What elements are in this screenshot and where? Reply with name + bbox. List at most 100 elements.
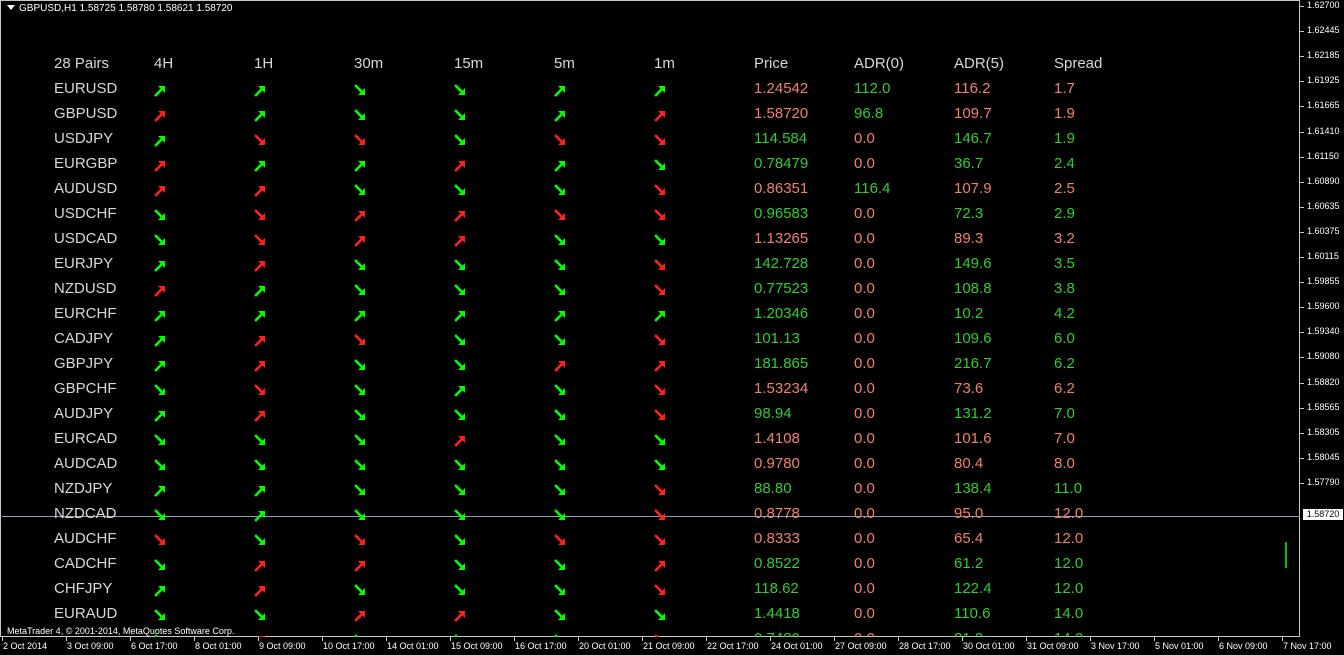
price-tick bbox=[1300, 207, 1304, 208]
price-tick bbox=[1300, 408, 1304, 409]
trend-up-arrow-icon bbox=[354, 234, 367, 247]
price-value: 0.78479 bbox=[754, 155, 809, 172]
trend-up-arrow-icon bbox=[554, 84, 567, 97]
dashboard-row: GBPJPY 181.865 0.0 216.7 6.2 bbox=[1, 355, 1301, 380]
trend-down-arrow-icon bbox=[554, 209, 567, 222]
trend-down-arrow-icon bbox=[554, 609, 567, 622]
spread-value: 6.2 bbox=[1054, 380, 1075, 397]
price-axis[interactable]: 1.58720 1.62700 1.62445 1.62185 1.61925 1.61… bbox=[1300, 0, 1344, 637]
pair-name: EURCHF bbox=[54, 305, 117, 322]
trend-down-arrow-icon bbox=[554, 184, 567, 197]
price-tick bbox=[1300, 232, 1304, 233]
price-label: 1.61665 bbox=[1307, 100, 1340, 110]
time-label: 24 Oct 01:00 bbox=[771, 641, 823, 651]
trend-up-arrow-icon bbox=[254, 334, 267, 347]
pair-name: EURCAD bbox=[54, 430, 118, 447]
trend-up-arrow-icon bbox=[254, 584, 267, 597]
adr0-value: 0.0 bbox=[854, 455, 875, 472]
adr0-value: 0.0 bbox=[854, 155, 875, 172]
trend-up-arrow-icon bbox=[654, 309, 667, 322]
time-label: 3 Oct 09:00 bbox=[67, 641, 114, 651]
price-tick bbox=[1300, 182, 1304, 183]
trend-up-arrow-icon bbox=[654, 84, 667, 97]
trend-down-arrow-icon bbox=[254, 234, 267, 247]
price-tick bbox=[1300, 106, 1304, 107]
trend-down-arrow-icon bbox=[654, 159, 667, 172]
time-label: 6 Oct 17:00 bbox=[131, 641, 178, 651]
header-4h: 4H bbox=[154, 55, 174, 72]
time-label: 7 Nov 17:00 bbox=[1283, 641, 1332, 651]
price-tick bbox=[1300, 383, 1304, 384]
trend-down-arrow-icon bbox=[154, 384, 167, 397]
trend-up-arrow-icon bbox=[454, 309, 467, 322]
trend-down-arrow-icon bbox=[354, 359, 367, 372]
time-label: 21 Oct 09:00 bbox=[643, 641, 695, 651]
adr5-value: 61.2 bbox=[954, 555, 984, 572]
trend-down-arrow-icon bbox=[654, 209, 667, 222]
trend-down-arrow-icon bbox=[554, 409, 567, 422]
time-label: 15 Oct 09:00 bbox=[451, 641, 503, 651]
header-1m: 1m bbox=[654, 55, 675, 72]
spread-value: 12.0 bbox=[1054, 555, 1084, 572]
trend-up-arrow-icon bbox=[254, 284, 267, 297]
trend-down-arrow-icon bbox=[454, 109, 467, 122]
trend-up-arrow-icon bbox=[154, 584, 167, 597]
trend-down-arrow-icon bbox=[654, 284, 667, 297]
adr5-value: 73.6 bbox=[954, 380, 984, 397]
dashboard-row: NZDCAD 0.8778 0.0 95.0 12.0 bbox=[1, 505, 1301, 530]
trend-down-arrow-icon bbox=[654, 534, 667, 547]
time-label: 16 Oct 17:00 bbox=[515, 641, 567, 651]
dashboard-row: USDJPY 114.584 0.0 146.7 1.9 bbox=[1, 130, 1301, 155]
trend-down-arrow-icon bbox=[154, 209, 167, 222]
dashboard-row: NZDUSD 0.77523 0.0 108.8 3.8 bbox=[1, 280, 1301, 305]
trend-down-arrow-icon bbox=[554, 334, 567, 347]
spread-value: 2.4 bbox=[1054, 155, 1075, 172]
price-label: 1.62445 bbox=[1307, 25, 1340, 35]
time-label: 5 Nov 01:00 bbox=[1155, 641, 1204, 651]
adr0-value: 96.8 bbox=[854, 105, 884, 122]
trend-down-arrow-icon bbox=[354, 134, 367, 147]
trend-up-arrow-icon bbox=[354, 309, 367, 322]
trend-up-arrow-icon bbox=[654, 109, 667, 122]
spread-value: 12.0 bbox=[1054, 530, 1084, 547]
pair-name: GBPUSD bbox=[54, 105, 118, 122]
header-pairs: 28 Pairs bbox=[54, 55, 110, 72]
spread-value: 8.0 bbox=[1054, 455, 1075, 472]
pair-name: NZDUSD bbox=[54, 280, 117, 297]
pair-name: EURUSD bbox=[54, 80, 118, 97]
chart-window[interactable]: GBPUSD,H1 1.58725 1.58780 1.58621 1.5872… bbox=[0, 0, 1301, 638]
trend-down-arrow-icon bbox=[254, 209, 267, 222]
price-value: 142.728 bbox=[754, 255, 809, 272]
header-30m: 30m bbox=[354, 55, 384, 72]
spread-value: 6.2 bbox=[1054, 355, 1075, 372]
pair-name: CADCHF bbox=[54, 555, 117, 572]
time-axis[interactable]: 2 Oct 2014 3 Oct 09:00 6 Oct 17:00 8 Oct 01… bbox=[0, 637, 1344, 655]
pair-name: AUDCAD bbox=[54, 455, 118, 472]
price-value: 0.96583 bbox=[754, 205, 809, 222]
trend-up-arrow-icon bbox=[254, 509, 267, 522]
pair-name: CHFJPY bbox=[54, 580, 113, 597]
trend-up-arrow-icon bbox=[554, 309, 567, 322]
dashboard-row: GBPUSD 1.58720 96.8 109.7 1.9 bbox=[1, 105, 1301, 130]
price-value: 0.8778 bbox=[754, 505, 800, 522]
price-tick bbox=[1300, 357, 1304, 358]
trend-up-arrow-icon bbox=[254, 84, 267, 97]
trend-down-arrow-icon bbox=[354, 484, 367, 497]
trend-down-arrow-icon bbox=[454, 334, 467, 347]
adr5-value: 110.6 bbox=[954, 605, 991, 622]
trend-down-arrow-icon bbox=[454, 184, 467, 197]
trend-down-arrow-icon bbox=[654, 484, 667, 497]
trend-down-arrow-icon bbox=[254, 459, 267, 472]
trend-down-arrow-icon bbox=[354, 384, 367, 397]
trend-down-arrow-icon bbox=[154, 509, 167, 522]
spread-value: 1.7 bbox=[1054, 80, 1075, 97]
trend-down-arrow-icon bbox=[654, 509, 667, 522]
time-label: 10 Oct 17:00 bbox=[323, 641, 375, 651]
trend-down-arrow-icon bbox=[454, 459, 467, 472]
trend-down-arrow-icon bbox=[454, 84, 467, 97]
price-value: 1.13265 bbox=[754, 230, 809, 247]
dashboard-row: EURCHF 1.20346 0.0 10.2 4.2 bbox=[1, 305, 1301, 330]
dashboard-row: AUDCHF 0.8333 0.0 65.4 12.0 bbox=[1, 530, 1301, 555]
adr5-value: 72.3 bbox=[954, 205, 984, 222]
trend-up-arrow-icon bbox=[254, 409, 267, 422]
